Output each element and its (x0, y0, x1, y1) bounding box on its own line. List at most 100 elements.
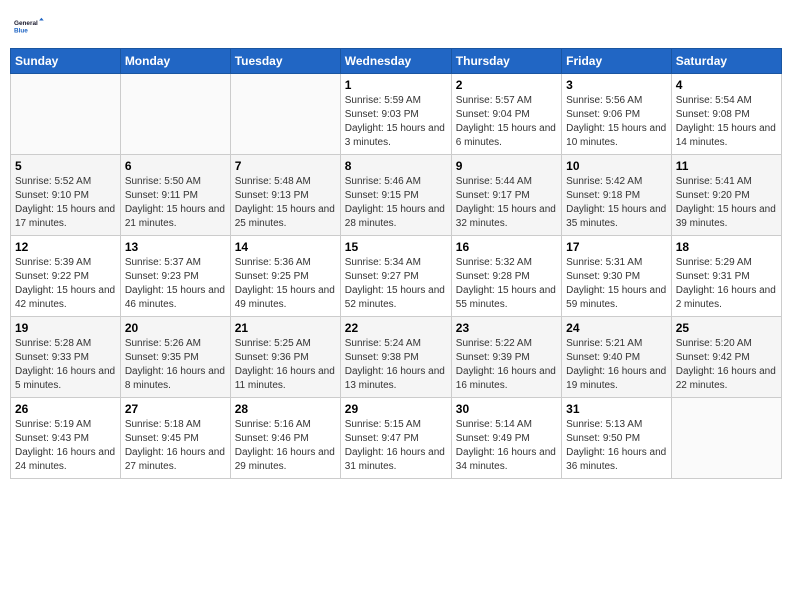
day-info: Sunrise: 5:18 AM Sunset: 9:45 PM Dayligh… (125, 418, 226, 474)
header-day-tuesday: Tuesday (230, 49, 340, 74)
page-header: GeneralBlue (10, 10, 782, 42)
calendar-cell: 7Sunrise: 5:48 AM Sunset: 9:13 PM Daylig… (230, 155, 340, 236)
calendar-cell: 9 Sunrise: 5:44 AM Sunset: 9:17 PM Daylig… (451, 155, 561, 236)
day-info: Sunrise: 5:28 AM Sunset: 9:33 PM Dayligh… (15, 337, 116, 393)
calendar-week-5: 26 Sunrise: 5:19 AM Sunset: 9:43 PM Dayli… (11, 398, 782, 479)
header-day-thursday: Thursday (451, 49, 561, 74)
calendar-cell (230, 74, 340, 155)
calendar-cell: 2Sunrise: 5:57 AM Sunset: 9:04 PM Daylig… (451, 74, 561, 155)
calendar-cell: 30 Sunrise: 5:14 AM Sunset: 9:49 PM Dayli… (451, 398, 561, 479)
day-info: Sunrise: 5:50 AM Sunset: 9:11 PM Dayligh… (125, 175, 226, 231)
calendar-cell: 3 Sunrise: 5:56 AM Sunset: 9:06 PM Daylig… (562, 74, 672, 155)
logo: GeneralBlue (14, 10, 46, 42)
calendar-cell (671, 398, 781, 479)
day-number: 28 (235, 402, 336, 416)
calendar-cell: 8 Sunrise: 5:46 AM Sunset: 9:15 PM Daylig… (340, 155, 451, 236)
day-number: 9 (456, 159, 557, 173)
day-info: Sunrise: 5:32 AM Sunset: 9:28 PM Dayligh… (456, 256, 557, 312)
day-number: 24 (566, 321, 667, 335)
day-number: 11 (676, 159, 777, 173)
calendar-cell: 29 Sunrise: 5:15 AM Sunset: 9:47 PM Dayli… (340, 398, 451, 479)
calendar-body: 1 Sunrise: 5:59 AM Sunset: 9:03 PM Daylig… (11, 74, 782, 479)
day-number: 3 (566, 78, 667, 92)
day-info: Sunrise: 5:15 AM Sunset: 9:47 PM Dayligh… (345, 418, 447, 474)
calendar-week-1: 1 Sunrise: 5:59 AM Sunset: 9:03 PM Daylig… (11, 74, 782, 155)
calendar-cell: 22 Sunrise: 5:24 AM Sunset: 9:38 PM Dayli… (340, 317, 451, 398)
day-info: Sunrise: 5:41 AM Sunset: 9:20 PM Dayligh… (676, 175, 777, 231)
calendar-cell (11, 74, 121, 155)
day-number: 20 (125, 321, 226, 335)
day-info: Sunrise: 5:46 AM Sunset: 9:15 PM Dayligh… (345, 175, 447, 231)
day-number: 29 (345, 402, 447, 416)
day-info: Sunrise: 5:37 AM Sunset: 9:23 PM Dayligh… (125, 256, 226, 312)
calendar-cell: 23 Sunrise: 5:22 AM Sunset: 9:39 PM Dayli… (451, 317, 561, 398)
day-number: 4 (676, 78, 777, 92)
calendar-cell: 5 Sunrise: 5:52 AM Sunset: 9:10 PM Daylig… (11, 155, 121, 236)
calendar-week-4: 19 Sunrise: 5:28 AM Sunset: 9:33 PM Dayli… (11, 317, 782, 398)
day-info: Sunrise: 5:52 AM Sunset: 9:10 PM Dayligh… (15, 175, 116, 231)
day-number: 14 (235, 240, 336, 254)
calendar-cell: 10 Sunrise: 5:42 AM Sunset: 9:18 PM Dayli… (562, 155, 672, 236)
day-info: Sunrise: 5:13 AM Sunset: 9:50 PM Dayligh… (566, 418, 667, 474)
day-info: Sunrise: 5:29 AM Sunset: 9:31 PM Dayligh… (676, 256, 777, 312)
day-number: 5 (15, 159, 116, 173)
day-number: 26 (15, 402, 116, 416)
day-number: 15 (345, 240, 447, 254)
day-info: Sunrise: 5:42 AM Sunset: 9:18 PM Dayligh… (566, 175, 667, 231)
day-number: 16 (456, 240, 557, 254)
calendar-cell: 11 Sunrise: 5:41 AM Sunset: 9:20 PM Dayli… (671, 155, 781, 236)
day-number: 19 (15, 321, 116, 335)
day-info: Sunrise: 5:59 AM Sunset: 9:03 PM Dayligh… (345, 94, 447, 150)
day-number: 7 (235, 159, 336, 173)
day-number: 30 (456, 402, 557, 416)
day-number: 31 (566, 402, 667, 416)
day-info: Sunrise: 5:44 AM Sunset: 9:17 PM Dayligh… (456, 175, 557, 231)
calendar-cell (120, 74, 230, 155)
header-day-sunday: Sunday (11, 49, 121, 74)
header-day-wednesday: Wednesday (340, 49, 451, 74)
day-info: Sunrise: 5:19 AM Sunset: 9:43 PM Dayligh… (15, 418, 116, 474)
calendar-cell: 28 Sunrise: 5:16 AM Sunset: 9:46 PM Dayli… (230, 398, 340, 479)
day-number: 12 (15, 240, 116, 254)
day-info: Sunrise: 5:26 AM Sunset: 9:35 PM Dayligh… (125, 337, 226, 393)
calendar-cell: 12Sunrise: 5:39 AM Sunset: 9:22 PM Dayli… (11, 236, 121, 317)
calendar-cell: 20 Sunrise: 5:26 AM Sunset: 9:35 PM Dayli… (120, 317, 230, 398)
day-info: Sunrise: 5:54 AM Sunset: 9:08 PM Dayligh… (676, 94, 777, 150)
calendar-cell: 24Sunrise: 5:21 AM Sunset: 9:40 PM Dayli… (562, 317, 672, 398)
calendar-week-3: 12Sunrise: 5:39 AM Sunset: 9:22 PM Dayli… (11, 236, 782, 317)
calendar-cell: 18 Sunrise: 5:29 AM Sunset: 9:31 PM Dayli… (671, 236, 781, 317)
day-number: 25 (676, 321, 777, 335)
day-number: 18 (676, 240, 777, 254)
calendar-cell: 4 Sunrise: 5:54 AM Sunset: 9:08 PM Daylig… (671, 74, 781, 155)
calendar-cell: 21 Sunrise: 5:25 AM Sunset: 9:36 PM Dayli… (230, 317, 340, 398)
header-day-monday: Monday (120, 49, 230, 74)
day-number: 22 (345, 321, 447, 335)
day-number: 21 (235, 321, 336, 335)
day-number: 6 (125, 159, 226, 173)
day-info: Sunrise: 5:22 AM Sunset: 9:39 PM Dayligh… (456, 337, 557, 393)
day-number: 8 (345, 159, 447, 173)
day-info: Sunrise: 5:16 AM Sunset: 9:46 PM Dayligh… (235, 418, 336, 474)
day-info: Sunrise: 5:57 AM Sunset: 9:04 PM Dayligh… (456, 94, 557, 150)
day-info: Sunrise: 5:24 AM Sunset: 9:38 PM Dayligh… (345, 337, 447, 393)
day-number: 23 (456, 321, 557, 335)
calendar-cell: 27 Sunrise: 5:18 AM Sunset: 9:45 PM Dayli… (120, 398, 230, 479)
calendar-cell: 14Sunrise: 5:36 AM Sunset: 9:25 PM Dayli… (230, 236, 340, 317)
calendar-cell: 1 Sunrise: 5:59 AM Sunset: 9:03 PM Daylig… (340, 74, 451, 155)
day-info: Sunrise: 5:14 AM Sunset: 9:49 PM Dayligh… (456, 418, 557, 474)
calendar-cell: 25Sunrise: 5:20 AM Sunset: 9:42 PM Dayli… (671, 317, 781, 398)
svg-text:Blue: Blue (14, 27, 28, 34)
day-number: 10 (566, 159, 667, 173)
day-number: 13 (125, 240, 226, 254)
calendar-cell: 17Sunrise: 5:31 AM Sunset: 9:30 PM Dayli… (562, 236, 672, 317)
header-day-saturday: Saturday (671, 49, 781, 74)
day-info: Sunrise: 5:56 AM Sunset: 9:06 PM Dayligh… (566, 94, 667, 150)
calendar-cell: 19 Sunrise: 5:28 AM Sunset: 9:33 PM Dayli… (11, 317, 121, 398)
day-number: 1 (345, 78, 447, 92)
calendar-header-row: SundayMondayTuesdayWednesdayThursdayFrid… (11, 49, 782, 74)
day-info: Sunrise: 5:25 AM Sunset: 9:36 PM Dayligh… (235, 337, 336, 393)
calendar-cell: 15Sunrise: 5:34 AM Sunset: 9:27 PM Dayli… (340, 236, 451, 317)
calendar-cell: 31 Sunrise: 5:13 AM Sunset: 9:50 PM Dayli… (562, 398, 672, 479)
day-number: 27 (125, 402, 226, 416)
calendar-cell: 13 Sunrise: 5:37 AM Sunset: 9:23 PM Dayli… (120, 236, 230, 317)
